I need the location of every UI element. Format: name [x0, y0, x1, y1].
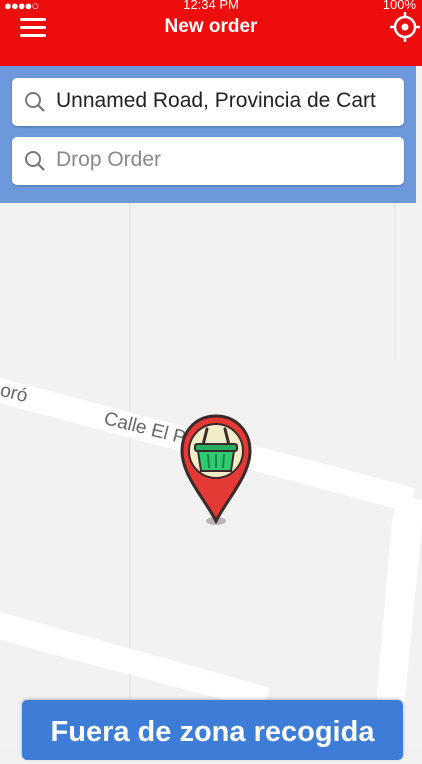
drop-order-field[interactable]: Drop Order	[12, 137, 404, 185]
status-time: 12:34 PM	[183, 0, 239, 12]
search-panel: Unnamed Road, Provincia de Cart Drop Ord…	[0, 66, 416, 203]
drop-order-placeholder: Drop Order	[56, 148, 162, 171]
battery-level: 100%	[382, 0, 416, 12]
crosshair-locate-icon[interactable]	[390, 12, 420, 42]
status-bar: ●●●●○ 12:34 PM 100%	[0, 0, 422, 14]
page-title: New order	[164, 16, 258, 37]
pickup-address-value: Unnamed Road, Provincia de Cart	[56, 89, 376, 112]
pickup-address-field[interactable]: Unnamed Road, Provincia de Cart	[12, 78, 404, 126]
search-icon	[25, 151, 45, 171]
top-bar: ●●●●○ 12:34 PM 100% New order	[0, 0, 422, 66]
pickup-zone-button[interactable]: Fuera de zona recogida	[22, 700, 403, 760]
search-icon	[25, 92, 45, 112]
basket-location-pin-icon[interactable]	[176, 413, 256, 528]
